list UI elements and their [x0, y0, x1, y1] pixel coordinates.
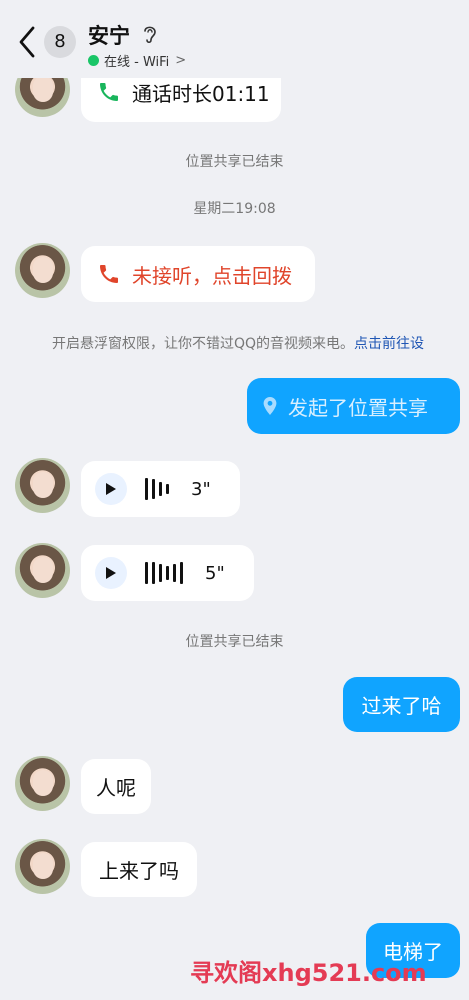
online-dot-icon	[88, 55, 99, 66]
contact-avatar[interactable]	[15, 756, 70, 811]
contact-avatar[interactable]	[15, 243, 70, 298]
system-message: 位置共享已结束	[185, 154, 284, 170]
watermark: 寻欢阁xhg521.com	[190, 959, 427, 987]
missed-call-bubble[interactable]: 未接听，点击回拨	[81, 246, 315, 302]
sent-message-text: 过来了哈	[361, 694, 442, 718]
location-share-text: 发起了位置共享	[288, 395, 428, 420]
permission-settings-link[interactable]: 点击前往设	[354, 336, 424, 352]
voice-message-bubble[interactable]: 5"	[81, 545, 254, 601]
missed-call-phone-icon	[100, 265, 118, 283]
voice-waveform	[145, 560, 187, 586]
timestamp: 星期二19:08	[193, 201, 276, 217]
play-button[interactable]	[95, 473, 127, 505]
play-icon	[106, 567, 116, 579]
missed-call-text: 未接听，点击回拨	[132, 263, 292, 288]
received-message-text: 上来了吗	[99, 859, 179, 883]
received-message-bubble[interactable]: 人呢	[81, 759, 151, 814]
permission-notice: 开启悬浮窗权限，让你不错过QQ的音视频来电。点击前往设	[52, 333, 424, 353]
voice-duration: 3"	[191, 478, 211, 500]
unread-count-badge[interactable]: 8	[44, 26, 76, 58]
play-button[interactable]	[95, 557, 127, 589]
back-arrow-icon[interactable]	[14, 22, 40, 62]
voice-message-bubble[interactable]: 3"	[81, 461, 240, 517]
online-status[interactable]: 在线 - WiFi >	[88, 51, 186, 70]
contact-avatar[interactable]	[15, 543, 70, 598]
chat-header: 8 安宁 在线 - WiFi >	[0, 0, 469, 78]
location-share-bubble[interactable]: 发起了位置共享	[247, 378, 460, 434]
contact-avatar[interactable]	[15, 458, 70, 513]
voice-duration: 5"	[205, 562, 225, 584]
sent-message-bubble[interactable]: 过来了哈	[343, 677, 460, 732]
received-message-bubble[interactable]: 上来了吗	[81, 842, 197, 897]
call-duration-text: 通话时长01:11	[132, 81, 270, 106]
contact-avatar[interactable]	[15, 839, 70, 894]
status-text: 在线 - WiFi	[104, 55, 170, 70]
ear-mode-icon[interactable]	[142, 23, 158, 45]
phone-icon	[100, 83, 118, 101]
location-pin-icon	[263, 397, 277, 415]
system-message: 位置共享已结束	[185, 634, 284, 650]
play-icon	[106, 483, 116, 495]
permission-notice-text: 开启悬浮窗权限，让你不错过QQ的音视频来电。	[52, 336, 355, 352]
received-message-text: 人呢	[96, 776, 136, 800]
contact-name[interactable]: 安宁	[88, 20, 130, 50]
chevron-right-icon: >	[175, 53, 187, 68]
voice-waveform	[145, 476, 173, 502]
